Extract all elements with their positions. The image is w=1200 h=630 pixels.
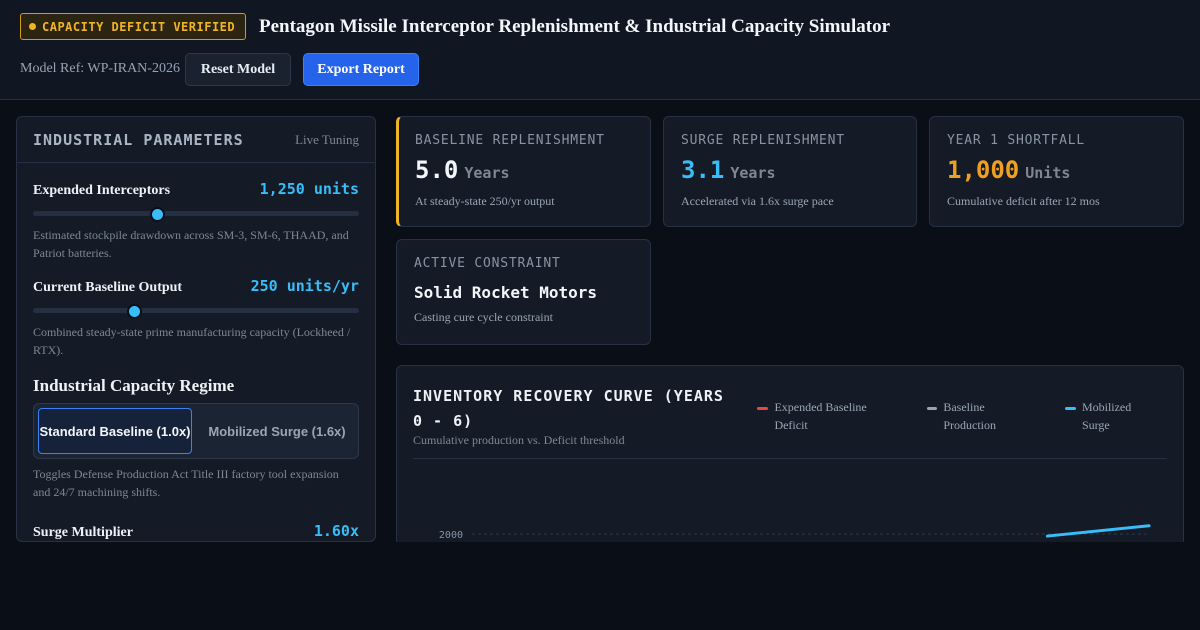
mobilized-surge-option[interactable]: Mobilized Surge (1.6x) [200,408,354,454]
expended-interceptors-description: Estimated stockpile drawdown across SM-3… [33,228,349,260]
card-value: 5.0 [415,156,459,184]
industrial-parameters-panel: INDUSTRIAL PARAMETERS Live Tuning Expend… [16,116,376,542]
chart-subtitle: Cumulative production vs. Deficit thresh… [413,433,625,447]
slider-track [33,308,359,313]
card-label: YEAR 1 SHORTFALL [947,133,1086,148]
standard-baseline-option[interactable]: Standard Baseline (1.0x) [38,408,192,454]
expended-interceptors-control: Expended Interceptors 1,250 units Estima… [33,180,359,262]
top-bar: CAPACITY DEFICIT VERIFIED Pentagon Missi… [0,0,1200,100]
expended-interceptors-label: Expended Interceptors [33,183,171,198]
panel-subtitle: Live Tuning [295,131,359,147]
model-reference: Model Ref: WP-IRAN-2026 [20,61,180,76]
panel-header: INDUSTRIAL PARAMETERS Live Tuning [17,117,375,163]
export-report-button[interactable]: Export Report [303,53,419,86]
card-note: Cumulative deficit after 12 mos [947,194,1100,208]
legend-swatch [927,407,938,410]
slider-thumb[interactable] [149,207,165,222]
card-unit: Units [1025,164,1071,182]
year-one-shortfall-card: YEAR 1 SHORTFALL 1,000 Units Cumulative … [929,116,1184,227]
constraint-value: Solid Rocket Motors [414,283,598,302]
card-note: Casting cure cycle constraint [414,310,553,324]
baseline-output-slider[interactable] [33,304,359,319]
card-value: 1,000 [947,156,1020,184]
y-tick-label: 2000 [439,530,463,541]
surge-multiplier-label: Surge Multiplier [33,525,133,540]
legend-label: Mobilized Surge [1081,400,1132,432]
reset-model-button[interactable]: Reset Model [185,53,291,86]
surge-multiplier-value: 1.60x [313,522,359,540]
status-badge: CAPACITY DEFICIT VERIFIED [20,13,247,40]
card-note: At steady-state 250/yr output [415,194,555,208]
card-label: SURGE REPLENISHMENT [681,133,845,148]
baseline-output-label: Current Baseline Output [33,280,183,295]
status-badge-label: CAPACITY DEFICIT VERIFIED [42,19,236,34]
expended-interceptors-value: 1,250 units [259,180,359,198]
legend-item-surge: Mobilized Surge [1065,398,1155,434]
baseline-output-control: Current Baseline Output 250 units/yr Com… [33,277,359,359]
capacity-regime-toggle: Standard Baseline (1.0x) Mobilized Surge… [33,403,359,459]
capacity-regime-title: Industrial Capacity Regime [33,376,235,395]
slider-track [33,211,359,216]
card-value: 3.1 [681,156,725,184]
card-unit: Years [464,164,510,182]
card-label: BASELINE REPLENISHMENT [415,133,605,148]
panel-title: INDUSTRIAL PARAMETERS [33,130,244,149]
baseline-output-description: Combined steady-state prime manufacturin… [33,325,351,357]
surge-replenishment-card: SURGE REPLENISHMENT 3.1 Years Accelerate… [663,116,917,227]
page-background [0,542,1200,630]
legend-item-deficit: Expended Baseline Deficit [757,398,897,434]
baseline-replenishment-card: BASELINE REPLENISHMENT 5.0 Years At stea… [396,116,651,227]
legend-swatch [1065,407,1076,410]
card-unit: Years [730,164,776,182]
status-dot-icon [29,23,36,30]
card-label: ACTIVE CONSTRAINT [414,256,561,271]
expended-interceptors-slider[interactable] [33,207,359,222]
chart-title: INVENTORY RECOVERY CURVE (YEARS 0 - 6) [413,387,724,430]
active-constraint-card: ACTIVE CONSTRAINT Solid Rocket Motors Ca… [396,239,651,345]
slider-thumb[interactable] [127,304,143,319]
baseline-output-value: 250 units/yr [250,277,359,295]
legend-item-baseline: Baseline Production [927,398,1027,434]
legend-label: Expended Baseline Deficit [774,400,867,432]
surge-multiplier-control: Surge Multiplier 1.60x [33,522,359,541]
inventory-recovery-chart: INVENTORY RECOVERY CURVE (YEARS 0 - 6) C… [396,365,1184,565]
page-title: Pentagon Missile Interceptor Replenishme… [259,16,891,37]
legend-label: Baseline Production [943,400,997,432]
capacity-regime-description: Toggles Defense Production Act Title III… [33,467,339,499]
series-line-mobilized-surge [1045,524,1151,538]
legend-swatch [757,407,769,410]
card-note: Accelerated via 1.6x surge pace [681,194,834,208]
